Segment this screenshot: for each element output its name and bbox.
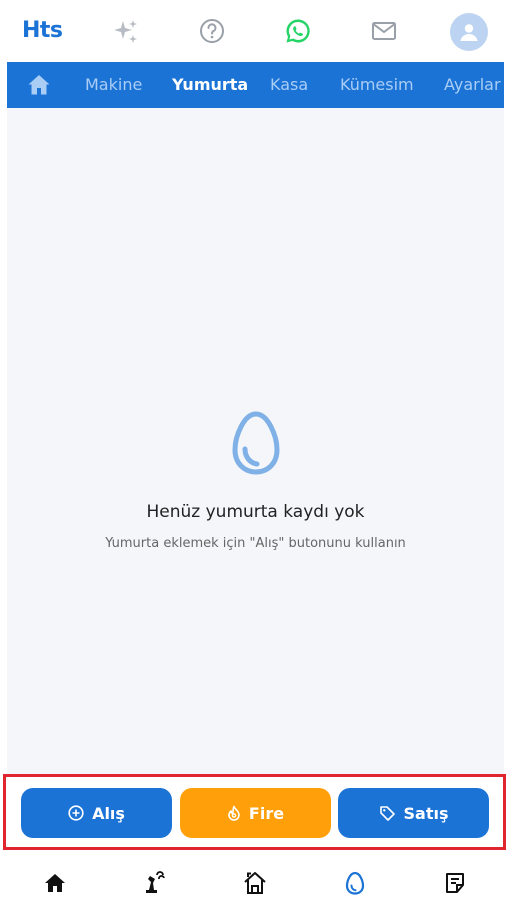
sell-button[interactable]: Satış — [338, 788, 489, 838]
home-icon[interactable] — [42, 870, 68, 896]
egg-icon — [231, 411, 281, 475]
top-app-bar: Hts — [0, 0, 510, 62]
tab-kumesim[interactable]: Kümesim — [340, 75, 414, 94]
tab-kasa[interactable]: Kasa — [270, 75, 308, 94]
app-logo[interactable]: Hts — [22, 18, 63, 43]
waste-button[interactable]: Fire — [180, 788, 331, 838]
add-circle-icon — [68, 805, 84, 821]
buy-button[interactable]: Alış — [21, 788, 172, 838]
tab-yumurta[interactable]: Yumurta — [172, 75, 248, 94]
empty-state-subtitle: Yumurta eklemek için "Alış" butonunu kul… — [105, 536, 406, 551]
help-icon[interactable] — [198, 17, 226, 45]
bottom-navigation — [0, 850, 510, 915]
account-icon — [460, 24, 478, 41]
tab-ayarlar[interactable]: Ayarlar — [444, 75, 501, 94]
waste-button-label: Fire — [248, 803, 285, 823]
flame-icon — [228, 805, 240, 821]
action-bar: Alış Fire Satış — [3, 774, 506, 850]
tag-icon — [379, 805, 395, 821]
section-tabs: Makine Yumurta Kasa Kümesim Ayarlar — [7, 62, 504, 108]
notes-icon[interactable] — [442, 870, 468, 896]
sell-button-label: Satış — [403, 803, 449, 823]
egg-icon[interactable] — [342, 870, 368, 896]
buy-button-label: Alış — [92, 803, 125, 823]
egg-records-panel: Henüz yumurta kaydı yok Yumurta eklemek … — [7, 108, 504, 774]
whatsapp-icon[interactable] — [284, 17, 312, 45]
empty-state-title: Henüz yumurta kaydı yok — [146, 502, 365, 522]
coop-icon[interactable] — [242, 870, 268, 896]
tab-home-icon[interactable] — [27, 73, 51, 97]
machine-icon[interactable] — [142, 870, 168, 896]
account-avatar[interactable] — [450, 13, 488, 51]
sparkle-icon[interactable] — [112, 17, 140, 45]
mail-icon[interactable] — [370, 17, 398, 45]
tab-makine[interactable]: Makine — [85, 75, 142, 94]
